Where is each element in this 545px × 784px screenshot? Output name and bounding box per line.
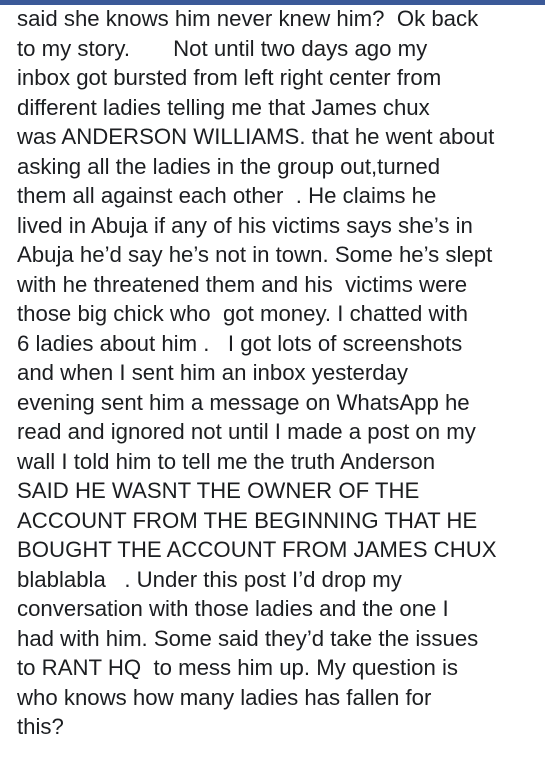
- post-line: to RANT HQ to mess him up. My question i…: [17, 655, 459, 680]
- post-line: 6 ladies about him . I got lots of scree…: [17, 330, 463, 356]
- post-line: different ladies telling me that James c…: [17, 94, 430, 120]
- post-line: said she knows him never knew him? Ok ba…: [17, 6, 479, 31]
- post-line: to my story. Not until two days ago my: [17, 35, 428, 61]
- post-line: those big chick who got money. I chatted…: [17, 301, 468, 326]
- post-line: evening sent him a message on WhatsApp h…: [17, 389, 470, 415]
- post-line: BOUGHT THE ACCOUNT FROM JAMES CHUX: [17, 537, 497, 562]
- post-body: said she knows him never knew him? Ok ba…: [17, 4, 537, 742]
- post-line: and when I sent him an inbox yesterday: [17, 360, 408, 385]
- post-line: ACCOUNT FROM THE BEGINNING THAT HE: [17, 507, 478, 533]
- post-line: blablabla . Under this post I’d drop my: [17, 566, 402, 592]
- post-line: this?: [17, 714, 64, 739]
- post-line: conversation with those ladies and the o…: [17, 596, 449, 621]
- post-line: Abuja he’d say he’s not in town. Some he…: [17, 242, 493, 267]
- post-line: with he threatened them and his victims …: [17, 271, 468, 297]
- post-line: them all against each other . He claims …: [17, 183, 437, 208]
- post-line: read and ignored not until I made a post…: [17, 419, 476, 444]
- post-line: had with him. Some said they’d take the …: [17, 625, 479, 651]
- post-line: inbox got bursted from left right center…: [17, 65, 442, 90]
- post-line: lived in Abuja if any of his victims say…: [17, 212, 473, 238]
- post-line: wall I told him to tell me the truth And…: [17, 448, 436, 474]
- post-line: SAID HE WASNT THE OWNER OF THE: [17, 478, 420, 503]
- post-line: who knows how many ladies has fallen for: [17, 684, 432, 710]
- post-line: asking all the ladies in the group out,t…: [17, 153, 441, 179]
- post-line: was ANDERSON WILLIAMS. that he went abou…: [17, 124, 495, 149]
